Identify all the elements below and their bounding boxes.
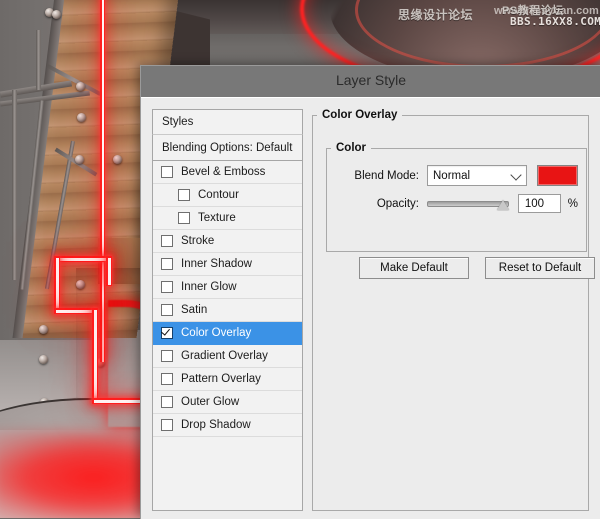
- blending-options-row[interactable]: Blending Options: Default: [152, 134, 303, 161]
- style-effect-row[interactable]: Stroke: [153, 230, 302, 253]
- blend-mode-label: Blend Mode:: [354, 169, 419, 182]
- style-effect-label: Bevel & Emboss: [181, 166, 266, 178]
- opacity-unit-label: %: [567, 197, 578, 210]
- style-effect-row[interactable]: Satin: [153, 299, 302, 322]
- color-swatch[interactable]: [536, 165, 578, 186]
- opacity-row: Opacity: 100 %: [327, 194, 578, 213]
- style-effect-row[interactable]: Inner Glow: [153, 276, 302, 299]
- style-effect-label: Texture: [198, 212, 236, 224]
- style-effect-row[interactable]: Drop Shadow: [153, 414, 302, 437]
- dialog-titlebar[interactable]: Layer Style: [141, 66, 600, 97]
- style-effect-label: Color Overlay: [181, 327, 252, 339]
- opacity-input[interactable]: 100: [517, 194, 561, 213]
- style-effect-row[interactable]: Inner Shadow: [153, 253, 302, 276]
- checkbox-icon[interactable]: [178, 189, 190, 201]
- checkbox-icon[interactable]: [161, 258, 173, 270]
- style-effect-label: Outer Glow: [181, 396, 240, 408]
- style-effect-row[interactable]: Gradient Overlay: [153, 345, 302, 368]
- make-default-button[interactable]: Make Default: [359, 257, 469, 279]
- bolt: [77, 113, 86, 122]
- checkbox-checked-icon[interactable]: [161, 327, 173, 339]
- layer-style-dialog: Layer Style Styles Blending Options: Def…: [140, 65, 600, 519]
- style-effect-label: Stroke: [181, 235, 215, 247]
- checkbox-icon[interactable]: [178, 212, 190, 224]
- reset-to-default-button[interactable]: Reset to Default: [485, 257, 595, 279]
- blending-options-label: Blending Options: Default: [162, 141, 293, 154]
- style-effect-label: Inner Glow: [181, 281, 237, 293]
- checkbox-icon[interactable]: [161, 373, 173, 385]
- bolt: [75, 155, 84, 164]
- checkbox-icon[interactable]: [161, 396, 173, 408]
- style-effect-label: Satin: [181, 304, 208, 316]
- baluster-a: [12, 90, 17, 280]
- style-effect-label: Contour: [198, 189, 239, 201]
- bolt: [76, 82, 85, 91]
- checkbox-icon[interactable]: [161, 304, 173, 316]
- color-overlay-group: Color Overlay Color Blend Mode: Normal O…: [312, 109, 595, 511]
- style-effect-label: Pattern Overlay: [181, 373, 261, 385]
- opacity-slider-thumb[interactable]: [496, 199, 509, 210]
- checkbox-icon[interactable]: [161, 350, 173, 362]
- dialog-body: Styles Blending Options: Default Bevel &…: [141, 97, 600, 519]
- style-effect-label: Gradient Overlay: [181, 350, 268, 362]
- style-effect-row[interactable]: Color Overlay: [153, 322, 302, 345]
- style-effect-label: Drop Shadow: [181, 419, 251, 431]
- style-effect-row[interactable]: Contour: [153, 184, 302, 207]
- checkbox-icon[interactable]: [161, 281, 173, 293]
- blend-mode-row: Blend Mode: Normal: [327, 165, 578, 186]
- options-panel: Color Overlay Color Blend Mode: Normal O…: [312, 109, 595, 511]
- style-effect-row[interactable]: Outer Glow: [153, 391, 302, 414]
- opacity-label: Opacity:: [376, 197, 419, 210]
- styles-panel-header[interactable]: Styles: [152, 109, 303, 134]
- dialog-title: Layer Style: [335, 72, 407, 88]
- styles-effect-list[interactable]: Bevel & Emboss Contour Texture Stroke Inner …: [152, 161, 303, 511]
- styles-header-label: Styles: [162, 116, 194, 128]
- bolt: [113, 155, 122, 164]
- checkbox-icon[interactable]: [161, 166, 173, 178]
- color-subgroup-title: Color: [336, 142, 367, 154]
- default-buttons-row: Make Default Reset to Default: [359, 257, 595, 279]
- styles-panel: Styles Blending Options: Default Bevel &…: [152, 109, 303, 511]
- color-overlay-group-title: Color Overlay: [322, 109, 398, 121]
- opacity-slider[interactable]: [427, 197, 509, 211]
- baluster-d: [36, 30, 41, 90]
- style-effect-row[interactable]: Bevel & Emboss: [153, 161, 302, 184]
- checkbox-icon[interactable]: [161, 419, 173, 431]
- style-effect-label: Inner Shadow: [181, 258, 252, 270]
- bolt: [76, 280, 85, 289]
- bolt: [52, 10, 61, 19]
- style-effect-row[interactable]: Pattern Overlay: [153, 368, 302, 391]
- style-effect-row[interactable]: Texture: [153, 207, 302, 230]
- chevron-down-icon: [510, 169, 522, 181]
- color-subgroup: Color Blend Mode: Normal Opacity: 100 %: [326, 142, 587, 252]
- blend-mode-select[interactable]: Normal: [427, 165, 527, 186]
- blend-mode-value: Normal: [433, 169, 471, 182]
- checkbox-icon[interactable]: [161, 235, 173, 247]
